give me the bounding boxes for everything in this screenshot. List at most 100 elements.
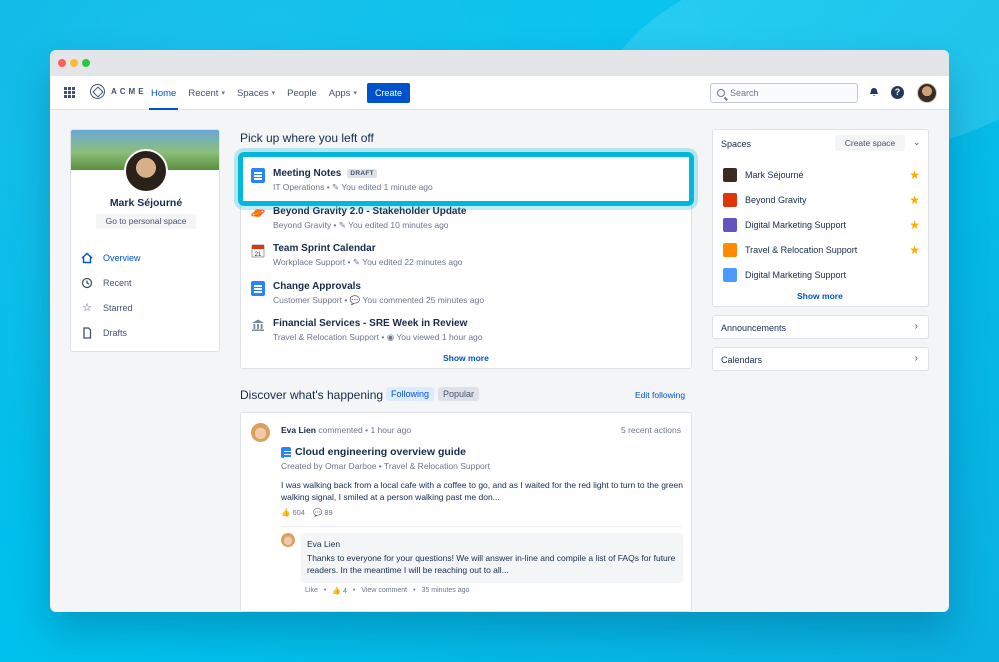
nav-home[interactable]: Home — [145, 76, 182, 110]
feed-header: Eva Lien commented • 1 hour ago — [281, 425, 412, 435]
feed-verb: commented — [318, 425, 363, 435]
feed-space: Travel & Relocation Support — [383, 461, 490, 471]
view-comment-link[interactable]: View comment — [361, 587, 407, 595]
sidebar-item-starred[interactable]: ☆ Starred — [81, 295, 141, 320]
recent-item[interactable]: Meeting Notes DRAFT IT Operations • ✎ You… — [251, 168, 433, 193]
personal-space-button[interactable]: Go to personal space — [96, 214, 196, 229]
star-icon[interactable]: ★ — [909, 243, 920, 257]
recent-item[interactable]: Change Approvals Customer Support • 💬 Yo… — [251, 281, 484, 306]
comment-like-count: 4 — [342, 588, 347, 595]
edit-following-link[interactable]: Edit following — [635, 390, 685, 400]
sidebar-item-drafts[interactable]: Drafts — [81, 320, 141, 345]
recent-item-title: Financial Services - SRE Week in Review — [273, 318, 468, 329]
discover-heading: Discover what's happening — [240, 388, 384, 402]
nav-apps[interactable]: Apps ▾ — [323, 76, 363, 110]
maximize-window-button[interactable] — [82, 59, 90, 67]
recent-item-space: Workplace Support — [273, 257, 346, 267]
comment-like-stat: 👍 4 — [332, 587, 347, 595]
recent-show-more-link[interactable]: Show more — [443, 353, 489, 363]
feed-title-text: Cloud engineering overview guide — [295, 446, 466, 458]
nav-menu: Home Recent ▾ Spaces ▾ People Apps ▾ Create — [145, 76, 410, 110]
space-item[interactable]: Mark Séjourné ★ — [723, 167, 920, 183]
nav-spaces[interactable]: Spaces ▾ — [231, 76, 281, 110]
recent-item[interactable]: 21 Team Sprint Calendar Workplace Suppor… — [251, 243, 463, 268]
space-item[interactable]: Digital Marketing Support ★ — [723, 217, 920, 233]
profile-avatar[interactable] — [124, 149, 168, 193]
feed-excerpt: I was walking back from a local cafe wit… — [281, 480, 683, 502]
star-icon[interactable]: ★ — [909, 193, 920, 207]
likes-count: 604 — [292, 508, 305, 517]
nav-recent[interactable]: Recent ▾ — [182, 76, 231, 110]
space-name: Mark Séjourné — [745, 170, 804, 180]
space-item[interactable]: Digital Marketing Support — [723, 267, 920, 283]
comment-icon: 💬 — [349, 295, 361, 305]
app-switcher-icon[interactable] — [64, 87, 75, 98]
feed-stats: 👍 604 💬 89 — [281, 508, 333, 517]
star-icon[interactable]: ★ — [909, 218, 920, 232]
create-button[interactable]: Create — [366, 83, 410, 103]
search-input[interactable]: Search — [710, 83, 858, 103]
calendars-label: Calendars — [721, 355, 763, 365]
home-icon — [81, 252, 93, 264]
calendars-panel[interactable]: Calendars › — [712, 347, 929, 371]
nav-people[interactable]: People — [281, 76, 323, 110]
space-item[interactable]: Travel & Relocation Support ★ — [723, 242, 920, 258]
acme-logo[interactable]: ACME — [90, 84, 147, 99]
help-icon[interactable]: ? — [891, 86, 904, 99]
feed-author[interactable]: Eva Lien — [281, 425, 316, 435]
recent-actions-count[interactable]: 5 recent actions — [621, 425, 681, 435]
star-icon[interactable]: ★ — [909, 168, 920, 182]
comments-stat[interactable]: 💬 89 — [313, 508, 333, 517]
feed-page-title[interactable]: Cloud engineering overview guide — [281, 446, 466, 458]
feed-subtitle: Created by Omar Darboe • Travel & Reloca… — [281, 461, 490, 471]
close-window-button[interactable] — [58, 59, 66, 67]
space-name: Beyond Gravity — [745, 195, 807, 205]
thumbs-up-icon: 👍 — [281, 508, 291, 517]
eye-icon: ◉ — [386, 332, 395, 342]
recent-item-space: Beyond Gravity — [273, 220, 332, 230]
comment-box: Eva Lien Thanks to everyone for your que… — [301, 533, 683, 583]
avatar[interactable] — [251, 423, 270, 442]
comment-author[interactable]: Eva Lien — [307, 539, 677, 549]
divider — [281, 526, 681, 527]
sidebar-item-recent[interactable]: Recent — [81, 270, 141, 295]
recent-item-action: You edited 1 minute ago — [341, 182, 433, 192]
comment-text: Thanks to everyone for your questions! W… — [307, 553, 676, 575]
space-item[interactable]: Beyond Gravity ★ — [723, 192, 920, 208]
space-avatar — [723, 268, 737, 282]
thumbs-up-icon: 👍 — [332, 588, 342, 595]
chevron-down-icon[interactable]: ⌄ — [913, 137, 921, 148]
clock-icon — [81, 277, 93, 289]
space-name: Digital Marketing Support — [745, 270, 847, 280]
pencil-icon: ✎ — [352, 257, 360, 267]
user-avatar[interactable] — [917, 83, 937, 103]
comments-count: 89 — [324, 508, 333, 517]
bank-icon — [251, 318, 265, 333]
document-icon — [251, 168, 265, 183]
recent-item-space: IT Operations — [273, 182, 325, 192]
sidebar-item-overview[interactable]: Overview — [81, 245, 141, 270]
spaces-show-more-link[interactable]: Show more — [797, 291, 843, 301]
create-space-button[interactable]: Create space — [835, 135, 905, 151]
space-avatar — [723, 193, 737, 207]
tab-following[interactable]: Following — [386, 387, 435, 401]
notifications-icon[interactable] — [868, 86, 880, 98]
document-icon — [281, 446, 292, 458]
recent-item[interactable]: Beyond Gravity 2.0 - Stakeholder Update … — [251, 206, 466, 231]
feed-time: 1 hour ago — [370, 425, 412, 435]
chevron-right-icon: › — [914, 321, 918, 332]
announcements-panel[interactable]: Announcements › — [712, 315, 929, 339]
chevron-right-icon: › — [914, 353, 918, 364]
recent-item[interactable]: Financial Services - SRE Week in Review … — [251, 318, 483, 343]
pencil-icon: ✎ — [332, 182, 340, 192]
comment-time: 35 minutes ago — [421, 587, 470, 594]
like-button[interactable]: Like — [305, 587, 318, 595]
top-navigation: ACME Home Recent ▾ Spaces ▾ People Apps ▾ C… — [50, 76, 949, 110]
tab-popular[interactable]: Popular — [438, 387, 480, 401]
likes-stat[interactable]: 👍 604 — [281, 508, 305, 517]
recent-item-title: Meeting Notes — [273, 168, 342, 179]
sidebar-item-label: Starred — [103, 302, 133, 313]
avatar[interactable] — [281, 533, 295, 547]
minimize-window-button[interactable] — [70, 59, 78, 67]
recent-item-action: You viewed 1 hour ago — [396, 332, 483, 342]
